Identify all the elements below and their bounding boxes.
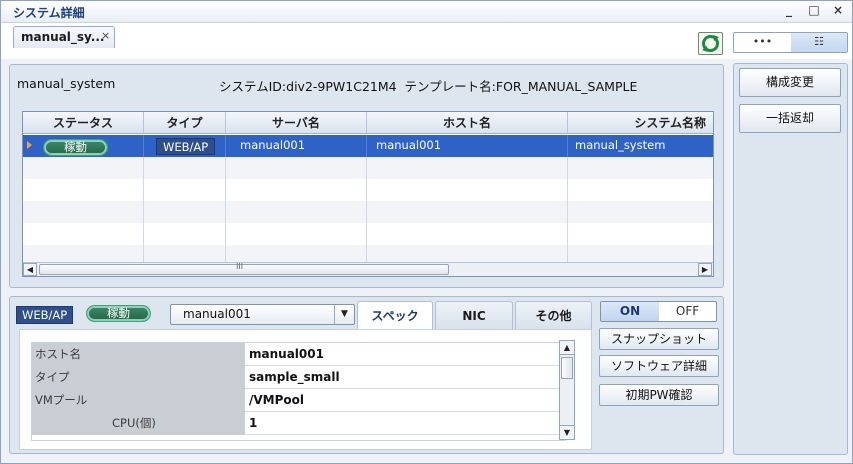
- software-detail-button[interactable]: ソフトウェア詳細: [599, 355, 719, 377]
- snapshot-button[interactable]: スナップショット: [599, 328, 719, 350]
- title-bar: システム詳細 _ □ ×: [1, 1, 852, 23]
- spec-value: /VMPool: [249, 393, 305, 407]
- empty-row: [23, 179, 713, 201]
- spec-row: タイプ sample_small: [32, 366, 565, 389]
- row-host-cell: manual001: [367, 135, 568, 157]
- detail-status-badge: 稼動: [86, 305, 151, 322]
- minimize-button[interactable]: _: [779, 3, 799, 21]
- spec-key-wrap: CPU(個): [32, 412, 245, 435]
- view-compact-button[interactable]: •••: [734, 33, 791, 52]
- server-select[interactable]: manual001 ▼: [170, 304, 355, 325]
- tab-other[interactable]: その他: [515, 301, 592, 329]
- scroll-down-arrow-icon[interactable]: ▼: [560, 425, 574, 439]
- column-host-name[interactable]: ホスト名: [367, 112, 568, 134]
- empty-row: [23, 157, 713, 179]
- column-status[interactable]: ステータス: [23, 112, 144, 134]
- horizontal-scrollbar[interactable]: ◀ III ▶: [23, 262, 713, 276]
- system-name: manual_system: [17, 76, 116, 91]
- spec-row: VMプール /VMPool: [32, 389, 565, 412]
- tab-label: manual_sy...: [21, 30, 105, 44]
- column-type[interactable]: タイプ: [144, 112, 226, 134]
- system-id-template: システムID:div2-9PW1C21M4 テンプレート名:FOR_MANUAL…: [219, 76, 637, 95]
- row-type-cell: WEB/AP: [144, 135, 226, 157]
- scroll-left-arrow-icon[interactable]: ◀: [23, 263, 37, 276]
- row-status-cell: 稼動: [23, 135, 144, 157]
- system-id: システムID:div2-9PW1C21M4: [219, 79, 397, 94]
- empty-row: [23, 245, 713, 262]
- close-window-button[interactable]: ×: [828, 3, 848, 21]
- view-mode-switch: ••• ☷: [733, 32, 848, 53]
- status-badge: 稼動: [43, 139, 108, 156]
- scroll-right-arrow-icon[interactable]: ▶: [698, 263, 712, 276]
- detail-tabs: スペック NIC その他: [357, 301, 592, 329]
- power-off-button[interactable]: OFF: [659, 302, 716, 321]
- system-detail-window: システム詳細 _ □ × manual_sy... × ••• ☷ manual…: [0, 0, 853, 464]
- column-divider: [366, 157, 367, 262]
- spec-key: VMプール: [32, 389, 245, 412]
- column-divider: [225, 157, 226, 262]
- config-change-button[interactable]: 構成変更: [739, 68, 841, 97]
- tab-spec[interactable]: スペック: [357, 301, 433, 329]
- spec-key: ホスト名: [32, 343, 245, 366]
- detail-status-badge-wrap: 稼動: [86, 305, 151, 322]
- spec-value: sample_small: [249, 370, 340, 384]
- column-server-name[interactable]: サーバ名: [226, 112, 367, 134]
- chevron-down-icon: ▼: [334, 305, 354, 324]
- document-tab-bar: manual_sy... × ••• ☷: [1, 23, 852, 59]
- detail-type-badge: WEB/AP: [16, 306, 74, 324]
- server-select-value: manual001: [183, 307, 251, 321]
- table-row[interactable]: 稼動 WEB/AP manual001 manual001 manual_sys…: [23, 135, 713, 157]
- template-name: テンプレート名:FOR_MANUAL_SAMPLE: [404, 79, 638, 94]
- scroll-up-arrow-icon[interactable]: ▲: [560, 341, 574, 355]
- power-toggle: ON OFF: [600, 301, 717, 322]
- tab-close-icon[interactable]: ×: [101, 29, 110, 42]
- spec-table: ホスト名 manual001 タイプ sample_small VMプール /V…: [31, 342, 566, 441]
- spec-row: CPU(個) 1: [32, 412, 565, 435]
- scroll-grip: III: [236, 262, 244, 271]
- refresh-button[interactable]: [698, 32, 723, 55]
- spec-key: タイプ: [32, 366, 245, 389]
- column-divider: [567, 157, 568, 262]
- spec-value: manual001: [249, 347, 324, 361]
- row-system-cell: manual_system: [575, 138, 666, 152]
- row-pointer-icon: [27, 141, 32, 149]
- power-on-button[interactable]: ON: [601, 302, 659, 321]
- scroll-thumb[interactable]: III: [39, 262, 449, 275]
- column-divider: [143, 157, 144, 262]
- spec-key: CPU(個): [112, 416, 156, 430]
- empty-row: [23, 201, 713, 223]
- maximize-button[interactable]: □: [804, 3, 824, 21]
- bulk-return-button[interactable]: 一括返却: [739, 104, 841, 133]
- spec-row: ホスト名 manual001: [32, 343, 565, 366]
- spec-panel: ホスト名 manual001 タイプ sample_small VMプール /V…: [19, 329, 592, 450]
- empty-row: [23, 223, 713, 245]
- refresh-icon: [702, 35, 719, 52]
- view-list-button[interactable]: ☷: [791, 33, 847, 52]
- tab-manual-system[interactable]: manual_sy... ×: [13, 26, 115, 48]
- server-grid: ステータス タイプ サーバ名 ホスト名 システム名称 稼動 WEB/AP man…: [22, 111, 714, 277]
- column-system-name[interactable]: システム名称: [568, 112, 713, 134]
- window-title: システム詳細: [13, 6, 85, 20]
- tab-nic[interactable]: NIC: [435, 301, 513, 329]
- row-server-cell: manual001: [226, 135, 367, 157]
- type-badge: WEB/AP: [156, 138, 216, 155]
- vertical-scrollbar[interactable]: ▲ ▼: [559, 340, 575, 440]
- spec-value: 1: [249, 416, 258, 430]
- scroll-thumb[interactable]: [561, 357, 573, 379]
- grid-header: ステータス タイプ サーバ名 ホスト名 システム名称: [23, 112, 713, 134]
- initial-password-button[interactable]: 初期PW確認: [599, 384, 719, 406]
